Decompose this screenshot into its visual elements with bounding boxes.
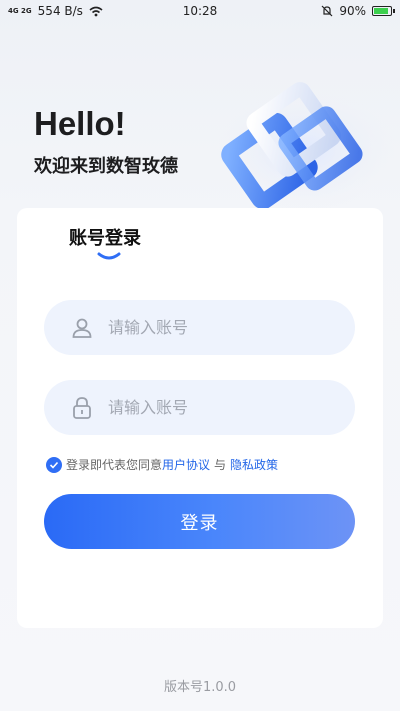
mute-bell-icon — [321, 5, 333, 17]
lock-icon — [70, 396, 94, 420]
login-card: 账号登录 登录即代表您同意 用户协议 与 — [17, 208, 383, 628]
password-field[interactable] — [44, 380, 355, 435]
tab-active-indicator — [97, 252, 121, 260]
login-button[interactable]: 登录 — [44, 494, 355, 549]
battery-percent: 90% — [339, 4, 366, 18]
agreement-row: 登录即代表您同意 用户协议 与 隐私政策 — [46, 456, 278, 473]
agreement-text: 登录即代表您同意 — [66, 458, 163, 472]
status-bar: 4G 2G 554 B/s 10:28 90% — [0, 0, 400, 22]
check-icon — [49, 461, 59, 469]
account-field[interactable] — [44, 300, 355, 355]
user-agreement-link[interactable]: 用户协议 — [162, 456, 210, 473]
account-input[interactable] — [106, 317, 330, 338]
tab-account-login[interactable]: 账号登录 — [69, 224, 141, 250]
version-label: 版本号1.0.0 — [163, 680, 237, 695]
agreement-and: 与 — [214, 458, 227, 472]
user-icon — [70, 316, 94, 340]
greeting-title: Hello! — [34, 105, 126, 142]
agreement-checkbox[interactable] — [46, 456, 62, 473]
password-input[interactable] — [106, 397, 330, 418]
battery-icon — [372, 6, 395, 16]
privacy-policy-link[interactable]: 隐私政策 — [230, 456, 278, 473]
hero-illustration — [216, 82, 396, 210]
welcome-subtitle: 欢迎来到数智玫德 — [34, 156, 178, 177]
